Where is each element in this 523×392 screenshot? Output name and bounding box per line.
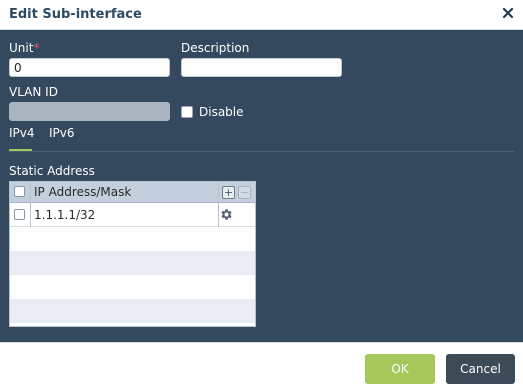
tab-ipv6[interactable]: IPv6 bbox=[49, 126, 75, 140]
tab-ipv4-label: IPv4 bbox=[9, 126, 35, 140]
empty-row bbox=[10, 227, 255, 251]
dialog-footer: OK Cancel bbox=[0, 342, 523, 392]
close-icon[interactable] bbox=[501, 6, 515, 20]
gear-icon[interactable] bbox=[220, 208, 233, 221]
empty-row bbox=[10, 299, 255, 323]
unit-label: Unit* bbox=[9, 41, 40, 55]
vlan-id-input bbox=[9, 102, 170, 121]
table-row[interactable]: 1.1.1.1/32 bbox=[10, 203, 255, 227]
required-mark: * bbox=[33, 41, 40, 55]
ip-address-column-header: IP Address/Mask bbox=[34, 185, 132, 199]
dialog-title: Edit Sub-interface bbox=[9, 7, 142, 22]
description-input[interactable] bbox=[181, 58, 342, 77]
add-row-button[interactable]: + bbox=[222, 186, 235, 199]
dialog-titlebar: Edit Sub-interface bbox=[0, 0, 523, 30]
row-checkbox[interactable] bbox=[14, 209, 25, 220]
tab-ipv4[interactable]: IPv4 bbox=[9, 126, 35, 140]
unit-input[interactable] bbox=[9, 58, 170, 77]
empty-row bbox=[10, 251, 255, 275]
disable-label: Disable bbox=[199, 105, 244, 119]
vlan-id-label: VLAN ID bbox=[9, 85, 58, 99]
column-divider bbox=[30, 203, 31, 227]
grid-header: IP Address/Mask + − bbox=[10, 182, 255, 203]
description-label: Description bbox=[181, 41, 250, 55]
ip-address-cell: 1.1.1.1/32 bbox=[34, 208, 96, 222]
dialog-body: Unit* Description VLAN ID Disable IPv4 I… bbox=[0, 30, 523, 342]
remove-row-button: − bbox=[238, 186, 251, 199]
ok-button[interactable]: OK bbox=[365, 354, 435, 384]
static-address-label: Static Address bbox=[9, 164, 95, 178]
select-all-checkbox[interactable] bbox=[14, 186, 25, 197]
column-divider bbox=[218, 182, 219, 203]
column-divider bbox=[218, 203, 219, 227]
cancel-button[interactable]: Cancel bbox=[446, 354, 515, 384]
tab-ipv6-label: IPv6 bbox=[49, 126, 75, 140]
column-divider bbox=[30, 182, 31, 203]
empty-row bbox=[10, 275, 255, 299]
empty-row bbox=[10, 323, 255, 326]
tab-divider bbox=[9, 151, 514, 152]
static-address-grid: IP Address/Mask + − 1.1.1.1/32 bbox=[9, 181, 256, 327]
disable-checkbox[interactable] bbox=[181, 106, 193, 118]
